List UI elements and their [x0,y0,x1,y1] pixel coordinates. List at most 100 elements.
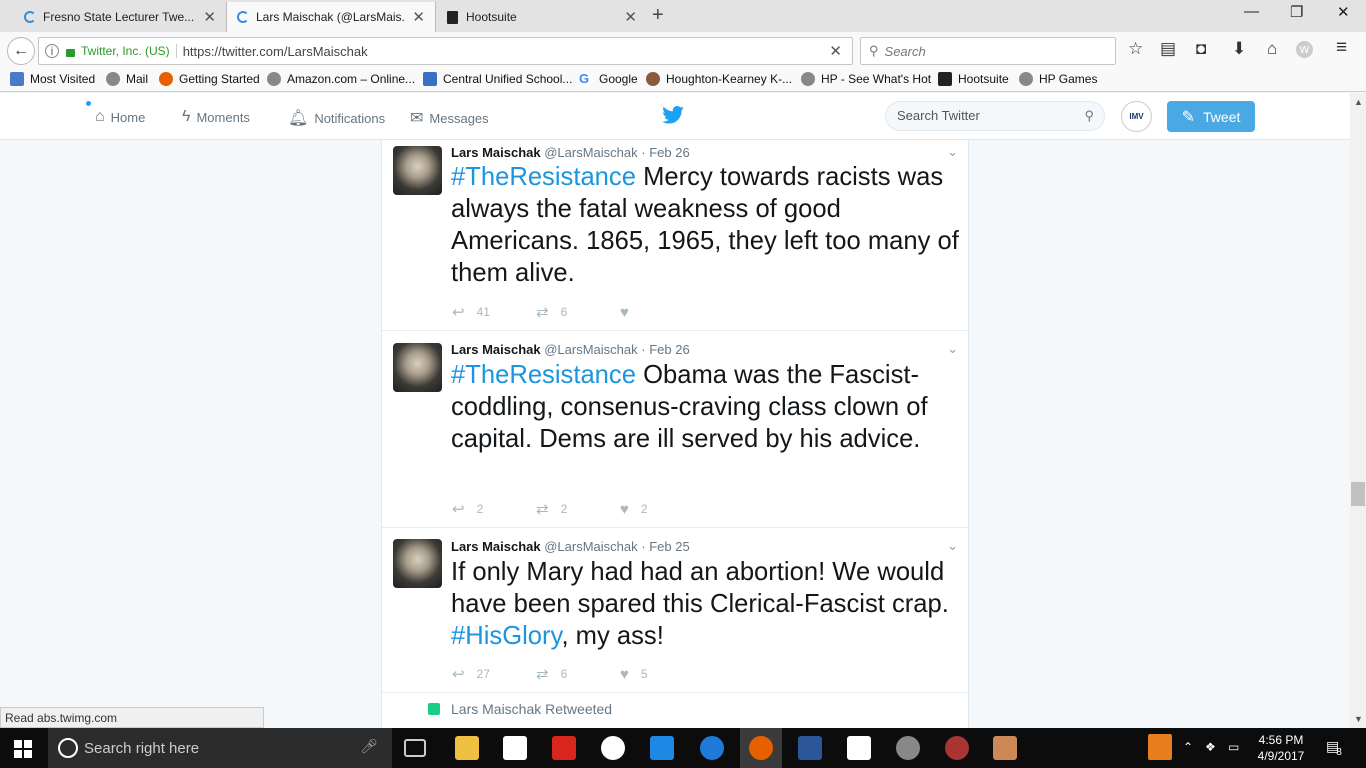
bookmark-item[interactable]: Houghton-Kearney K-... [646,72,792,86]
url-text[interactable]: https://twitter.com/LarsMaischak [183,44,368,59]
tweet-date[interactable]: · Feb 26 [641,145,689,160]
bookmark-item[interactable]: Central Unified School... [423,72,572,86]
close-tab-icon[interactable]: ✕ [203,8,216,26]
task-view-icon[interactable] [404,739,426,757]
tweet-date[interactable]: · Feb 26 [641,342,689,357]
like-action[interactable]: ♥ 2 [620,500,704,518]
hashtag-link[interactable]: #HisGlory [451,622,561,650]
scroll-up-icon[interactable]: ▲ [1354,97,1363,107]
file-explorer-icon[interactable] [455,736,479,760]
chevron-up-icon[interactable]: ⌃ [1183,740,1193,754]
author-handle[interactable]: @LarsMaischak [544,342,637,357]
bookmark-item[interactable]: HP Games [1019,72,1097,86]
tweet-button[interactable]: ✎ Tweet [1167,101,1255,132]
notification-app-icon[interactable] [1148,734,1172,760]
download-icon[interactable]: ⬇ [1232,39,1246,59]
reply-action[interactable]: ↩ 2 [452,500,536,518]
movie-maker-icon[interactable] [847,736,871,760]
retweet-action[interactable]: ⇄ 6 [536,303,620,321]
avatar[interactable] [393,146,442,195]
taskbar-search-input[interactable]: Search right here 🎤︎ [48,728,392,768]
reply-action[interactable]: ↩ 27 [452,665,536,683]
chevron-down-icon[interactable]: ⌄ [947,538,958,554]
close-window-icon[interactable]: ✕ [1337,3,1350,21]
extension-icon[interactable]: w [1296,41,1313,58]
tab-hootsuite[interactable]: Hootsuite ✕ [437,2,647,32]
app-icon[interactable] [896,736,920,760]
chevron-down-icon[interactable]: ⌄ [947,341,958,357]
hashtag-link[interactable]: #TheResistance [451,361,636,389]
author-handle[interactable]: @LarsMaischak [544,539,637,554]
new-tab-icon[interactable]: + [652,4,664,27]
nav-messages[interactable]: ✉ Messages [410,108,489,128]
pocket-icon[interactable]: ◘ [1196,39,1206,59]
close-tab-icon[interactable]: ✕ [624,8,637,26]
app-icon[interactable] [993,736,1017,760]
profile-avatar[interactable]: IMV [1121,101,1152,132]
dropbox-icon[interactable]: ❖ [1205,740,1216,754]
store-icon[interactable] [503,736,527,760]
browser-search-input[interactable]: ⚲ Search [860,37,1116,65]
info-icon[interactable]: i [45,44,59,58]
bookmark-item[interactable]: Mail [106,72,148,86]
minimize-icon[interactable]: — [1244,3,1259,20]
tweet-date[interactable]: · Feb 25 [641,539,689,554]
author-handle[interactable]: @LarsMaischak [544,145,637,160]
page-scrollbar[interactable] [1350,93,1366,728]
hp-icon[interactable] [601,736,625,760]
hashtag-link[interactable]: #TheResistance [451,163,636,191]
tweet[interactable]: Lars Maischak @LarsMaischak · Feb 26 ⌄ #… [382,331,968,528]
bookmark-item[interactable]: Amazon.com – Online... [267,72,415,86]
scrollbar-thumb[interactable] [1351,482,1365,506]
tab-lars-maischak[interactable]: Lars Maischak (@LarsMais... ✕ [226,2,436,32]
bookmark-item[interactable]: G Google [579,72,638,86]
back-button[interactable]: ← [7,37,35,65]
action-center-icon[interactable]: ▤8 [1326,738,1345,758]
reply-action[interactable]: ↩ 41 [452,303,536,321]
bookmark-item[interactable]: Getting Started [159,72,260,86]
battery-icon[interactable]: ▭ [1228,740,1239,754]
microphone-icon[interactable]: 🎤︎ [360,738,378,755]
like-action[interactable]: ♥ 5 [620,665,704,683]
author-name[interactable]: Lars Maischak [451,342,541,357]
firefox-icon[interactable] [749,736,773,760]
windows-start-icon[interactable] [14,740,32,758]
twitter-bird-icon[interactable] [662,106,684,124]
close-tab-icon[interactable]: ✕ [412,8,425,26]
tweet[interactable]: Lars Maischak @LarsMaischak · Feb 26 ⌄ #… [382,140,968,331]
bookmark-star-icon[interactable]: ☆ [1128,39,1143,59]
author-name[interactable]: Lars Maischak [451,539,541,554]
twitter-search-input[interactable]: Search Twitter ⚲ [885,101,1105,131]
avatar[interactable] [393,343,442,392]
chevron-down-icon[interactable]: ⌄ [947,144,958,160]
reading-list-icon[interactable]: ▤ [1160,39,1176,59]
tweet[interactable]: Lars Maischak @LarsMaischak · Feb 25 ⌄ I… [382,528,968,693]
tab-fresno-state[interactable]: Fresno State Lecturer Twe... ✕ [14,2,226,32]
app-icon[interactable] [945,736,969,760]
restore-icon[interactable]: ❐ [1290,3,1303,21]
retweet-action[interactable]: ⇄ 2 [536,500,620,518]
acrobat-icon[interactable] [552,736,576,760]
nav-moments[interactable]: ϟ Moments [182,108,250,126]
menu-icon[interactable]: ≡ [1336,37,1347,59]
url-bar[interactable]: i Twitter, Inc. (US) https://twitter.com… [38,37,853,65]
author-name[interactable]: Lars Maischak [451,145,541,160]
edge-icon[interactable] [700,736,724,760]
stop-icon[interactable]: ✕ [829,42,842,60]
home-icon[interactable]: ⌂ [1267,39,1277,59]
bookmark-item[interactable]: Hootsuite [938,72,1009,86]
nav-home[interactable]: ⌂ Home [95,108,145,126]
app-icon[interactable] [650,736,674,760]
nav-notifications[interactable]: 🔔︎ Notifications [288,108,385,128]
retweeted-label[interactable]: Lars Maischak Retweeted [451,701,612,717]
word-icon[interactable] [798,736,822,760]
search-icon[interactable]: ⚲ [1084,102,1094,130]
system-clock[interactable]: 4:56 PM 4/9/2017 [1250,732,1312,764]
bookmark-item[interactable]: HP - See What's Hot [801,72,931,86]
retweet-action[interactable]: ⇄ 6 [536,665,620,683]
site-identity[interactable]: Twitter, Inc. (US) [81,44,177,58]
bookmark-item[interactable]: Most Visited [10,72,95,86]
avatar[interactable] [393,539,442,588]
scroll-down-icon[interactable]: ▼ [1354,714,1363,724]
like-action[interactable]: ♥ [620,303,704,321]
